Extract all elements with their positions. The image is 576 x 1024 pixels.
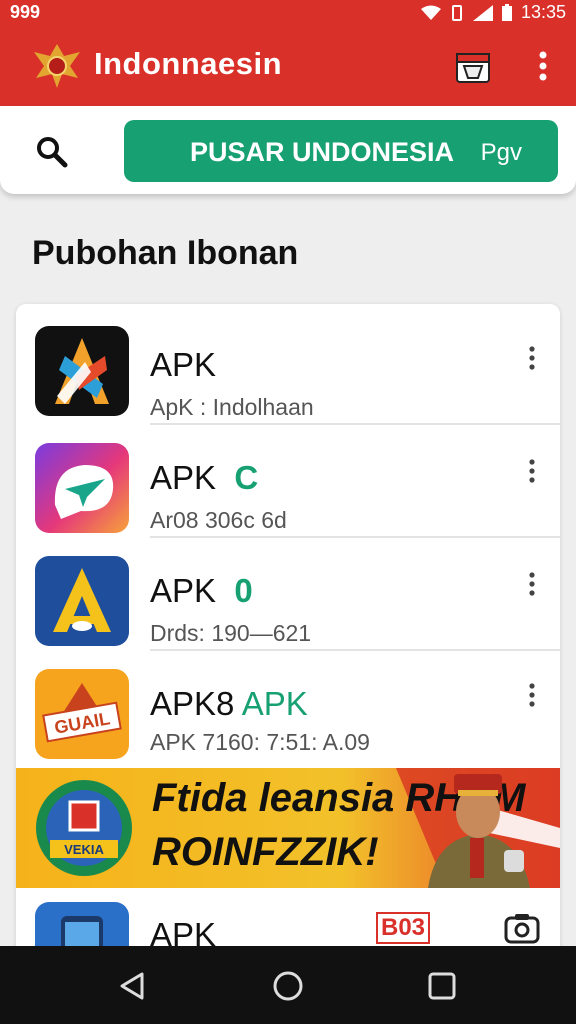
more-vert-icon[interactable]: [524, 570, 540, 598]
more-vert-icon[interactable]: [524, 681, 540, 709]
back-icon[interactable]: [114, 968, 150, 1004]
app-title-accent: APK: [241, 685, 308, 722]
store-bag-icon[interactable]: [452, 44, 494, 86]
banner-subheadline: ROINFZZIK!: [152, 830, 379, 874]
more-vert-icon[interactable]: [530, 48, 556, 84]
app-badge: B03: [376, 912, 431, 944]
search-button-label: PUSAR UNDONESIA: [190, 137, 455, 167]
battery-icon: [501, 3, 512, 21]
app-icon-blue: [35, 556, 129, 646]
camera-icon[interactable]: [504, 912, 540, 944]
more-vert-icon[interactable]: [524, 457, 540, 485]
app-title-label: APK: [150, 346, 217, 383]
chat-plane-icon: [54, 465, 114, 519]
promo-banner[interactable]: VEKIA Ftida leansia RHUM ROINFZZIK!: [16, 768, 560, 888]
status-bar: 999 13:35: [0, 0, 576, 26]
status-time: 13:35: [520, 2, 566, 22]
app-bar: Indonnaesin: [0, 26, 576, 106]
brand-badge-icon: GUAIL: [42, 683, 122, 743]
school-badge-icon: VEKIA: [36, 780, 132, 876]
app-title-label: APK8 APK: [150, 685, 308, 722]
app-title-label: APK C: [150, 459, 259, 496]
search-icon[interactable]: [34, 134, 70, 170]
app-subtitle: APK 7160: 7:51: A.09: [150, 729, 370, 755]
list-item[interactable]: APK ApK : Indolhaan: [16, 312, 560, 425]
app-icon-gradient: [35, 443, 129, 533]
svg-text:VEKIA: VEKIA: [64, 842, 104, 857]
home-icon[interactable]: [270, 968, 306, 1004]
search-card: PUSAR UNDONESIA Pgv: [0, 106, 576, 194]
officer-portrait: [428, 774, 530, 888]
app-subtitle: Ar08 306c 6d: [150, 507, 287, 533]
app-title: Indonnaesin: [94, 46, 283, 81]
app-icon-black: [35, 326, 129, 416]
app-list: APK ApK : Indolhaan APK C Ar08 306c 6d A…: [16, 304, 560, 964]
list-item[interactable]: APK C Ar08 306c 6d: [16, 425, 560, 538]
app-title-label: APK 0: [150, 572, 253, 609]
status-left-text: 999: [10, 2, 41, 22]
section-title: Pubohan Ibonan: [32, 234, 299, 272]
app-subtitle: ApK : Indolhaan: [150, 394, 314, 420]
app-subtitle: Drds: 190—621: [150, 620, 312, 646]
vibrate-icon: [451, 4, 462, 21]
app-icon-orange: GUAIL: [35, 669, 129, 759]
letter-a-icon: [53, 568, 111, 632]
list-item[interactable]: APK 0 Drds: 190—621: [16, 538, 560, 651]
list-item[interactable]: GUAIL APK8 APK APK 7160: 7:51: A.09: [16, 651, 560, 764]
garuda-emblem-icon: [34, 44, 80, 88]
system-nav-bar: [0, 946, 576, 1024]
abstract-a-icon: [55, 338, 109, 404]
app-title-accent: 0: [234, 572, 253, 609]
more-vert-icon[interactable]: [524, 344, 540, 372]
search-button-sub: Pgv: [480, 139, 522, 166]
app-title-accent: C: [234, 459, 259, 496]
signal-icon: [472, 4, 493, 21]
recents-icon[interactable]: [424, 968, 460, 1004]
wifi-icon: [420, 5, 441, 20]
search-button[interactable]: PUSAR UNDONESIA Pgv: [124, 120, 558, 182]
